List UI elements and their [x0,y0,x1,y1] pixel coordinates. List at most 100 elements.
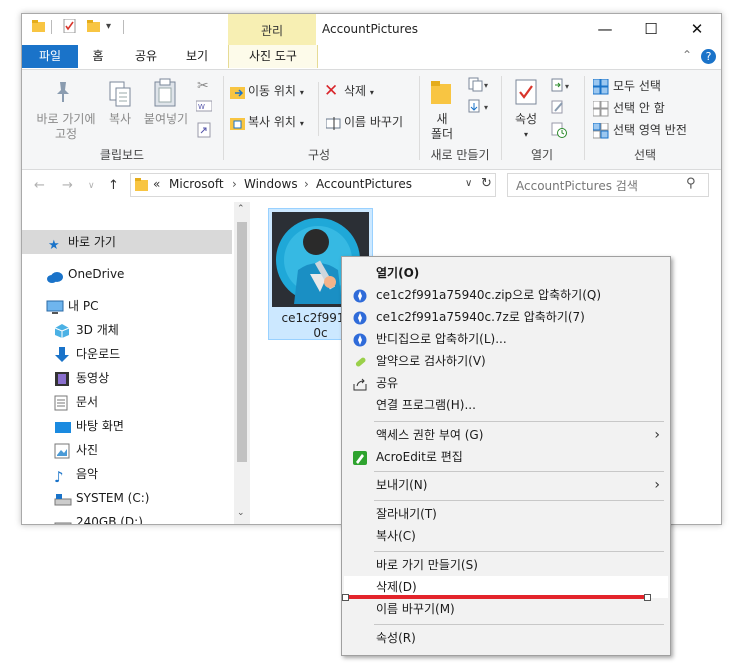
rename-button[interactable]: 이름 바꾸기 [344,115,403,130]
delete-button[interactable]: 삭제 ▾ [344,84,374,100]
search-input[interactable]: AccountPictures 검색 [516,177,638,194]
new-folder-button[interactable]: 새 폴더 [424,112,460,142]
nav-item-3d-objects[interactable]: 3D 개체 [22,318,232,342]
organize-group-label: 구성 [307,148,331,162]
menu-item-open[interactable]: 열기(O) [344,262,668,284]
copy-button[interactable]: 복사 [102,112,138,127]
nav-item-documents[interactable]: 문서 [22,390,232,414]
highlight-handle-left [342,594,349,601]
breadcrumb-windows[interactable]: Windows [244,177,298,191]
menu-item-share[interactable]: 공유 [344,372,668,394]
menu-separator [374,471,664,472]
tab-picture-tools[interactable]: 사진 도구 [228,45,318,68]
easy-access-icon[interactable]: ▾ [468,98,492,117]
menu-item-properties[interactable]: 속성(R) [344,627,668,649]
breadcrumb-accountpictures[interactable]: AccountPictures [316,177,412,191]
move-to-button[interactable]: 이동 위치 ▾ [248,84,304,100]
menu-item-label: ce1c2f991a75940c.7z로 압축하기(7) [376,310,585,324]
menu-item-send-to[interactable]: 보내기(N) › [344,474,668,496]
menu-item-cut[interactable]: 잘라내기(T) [344,503,668,525]
tab-share[interactable]: 공유 [122,45,170,68]
menu-item-give-access[interactable]: 액세스 권한 부여 (G) › [344,424,668,446]
nav-item-downloads[interactable]: 다운로드 [22,342,232,366]
customize-quick-access-icon[interactable]: ▾ [106,21,111,32]
tab-home[interactable]: 홈 [78,45,118,68]
nav-item-label: SYSTEM (C:) [76,491,150,505]
contextual-group-label: 관리 [260,24,284,38]
pill-icon [353,354,367,368]
nav-item-pictures[interactable]: 사진 [22,438,232,462]
menu-separator [374,551,664,552]
scroll-down-icon[interactable]: ⌄ [237,508,245,518]
contextual-tab-header: 관리 [228,14,316,45]
scroll-thumb[interactable] [237,222,247,462]
menu-item-label: 연결 프로그램(H)... [376,398,476,412]
menu-item-create-shortcut[interactable]: 바로 가기 만들기(S) [344,554,668,576]
nav-item-d-drive[interactable]: 240GB (D:) [22,510,232,524]
copy-to-button[interactable]: 복사 위치 ▾ [248,115,304,131]
nav-item-label: 바탕 화면 [76,419,124,433]
select-all-button[interactable]: 모두 선택 [613,79,661,94]
quick-access-divider [51,20,52,34]
new-folder-icon[interactable] [87,19,100,33]
search-box[interactable]: AccountPictures 검색 ⚲ [507,173,709,197]
open-icon[interactable]: ▾ [551,78,573,95]
minimize-button[interactable]: — [582,14,628,44]
menu-item-7z-compress[interactable]: ce1c2f991a75940c.7z로 압축하기(7) [344,306,668,328]
submenu-arrow-icon: › [654,427,660,443]
address-box[interactable]: « Microsoft › Windows › AccountPictures … [130,173,496,197]
refresh-icon[interactable]: ↻ [481,176,492,191]
tab-file[interactable]: 파일 [22,45,78,68]
overflow-crumbs[interactable]: « [153,177,160,191]
close-button[interactable]: ✕ [674,14,720,44]
collapse-ribbon-icon[interactable]: ⌃ [682,48,692,62]
properties-button[interactable]: 속성 ▾ [506,112,546,142]
nav-item-onedrive[interactable]: OneDrive [22,262,232,286]
nav-item-music[interactable]: ♪ 음악 [22,462,232,486]
help-icon[interactable]: ? [701,49,716,64]
recent-locations-icon[interactable]: ∨ [88,181,95,191]
nav-pane-scrollbar[interactable]: ⌃ ⌄ [234,202,250,524]
maximize-button[interactable]: ☐ [628,14,674,44]
menu-item-label: 보내기(N) [376,478,428,492]
cut-icon[interactable]: ✂ [197,78,209,94]
nav-item-videos[interactable]: 동영상 [22,366,232,390]
breadcrumb-separator[interactable]: › [232,177,237,191]
back-arrow-icon[interactable]: ← [34,178,45,193]
nav-item-this-pc[interactable]: 내 PC [22,294,232,318]
nav-item-label: 다운로드 [76,347,121,361]
menu-item-alyac-scan[interactable]: 알약으로 검사하기(V) [344,350,668,372]
paste-shortcut-icon[interactable] [197,122,211,141]
up-arrow-icon[interactable]: ↑ [108,178,119,193]
breadcrumb-microsoft[interactable]: Microsoft [169,177,224,191]
menu-item-rename[interactable]: 이름 바꾸기(M) [344,598,668,620]
copy-path-icon[interactable]: W [195,100,213,115]
new-group-label: 새로 만들기 [430,148,490,162]
breadcrumb-separator[interactable]: › [304,177,309,191]
navigation-pane: ★ 바로 가기 OneDrive 내 PC 3D 개체 다운로드 동영상 문서 [22,202,234,524]
tab-view[interactable]: 보기 [174,45,220,68]
nav-item-desktop[interactable]: 바탕 화면 [22,414,232,438]
menu-item-acroedit[interactable]: AcroEdit로 편집 [344,446,668,468]
nav-item-label: OneDrive [68,267,125,281]
history-icon[interactable] [551,122,567,141]
select-none-button[interactable]: 선택 안 함 [613,101,665,116]
new-item-icon[interactable]: ▾ [468,76,492,95]
scroll-up-icon[interactable]: ⌃ [237,204,245,214]
address-dropdown-icon[interactable]: ∨ [465,178,472,189]
edit-icon[interactable] [551,100,565,117]
document-icon [54,395,70,411]
properties-icon[interactable] [63,18,76,34]
menu-item-bandizip-compress[interactable]: 반디집으로 압축하기(L)... [344,328,668,350]
menu-item-copy[interactable]: 복사(C) [344,525,668,547]
menu-item-open-with[interactable]: 연결 프로그램(H)... [344,394,668,416]
nav-item-quick-access[interactable]: ★ 바로 가기 [22,230,232,254]
copy-to-label: 복사 위치 [248,115,296,129]
paste-button[interactable]: 붙여넣기 [138,112,194,127]
forward-arrow-icon[interactable]: → [62,178,73,193]
pin-to-quick-access-button[interactable]: 바로 가기에 고정 [28,112,104,142]
pin-label-line1: 바로 가기에 [36,112,96,126]
menu-item-zip-compress[interactable]: ce1c2f991a75940c.zip으로 압축하기(Q) [344,284,668,306]
nav-item-system-drive[interactable]: SYSTEM (C:) [22,486,232,510]
invert-selection-button[interactable]: 선택 영역 반전 [613,123,687,138]
